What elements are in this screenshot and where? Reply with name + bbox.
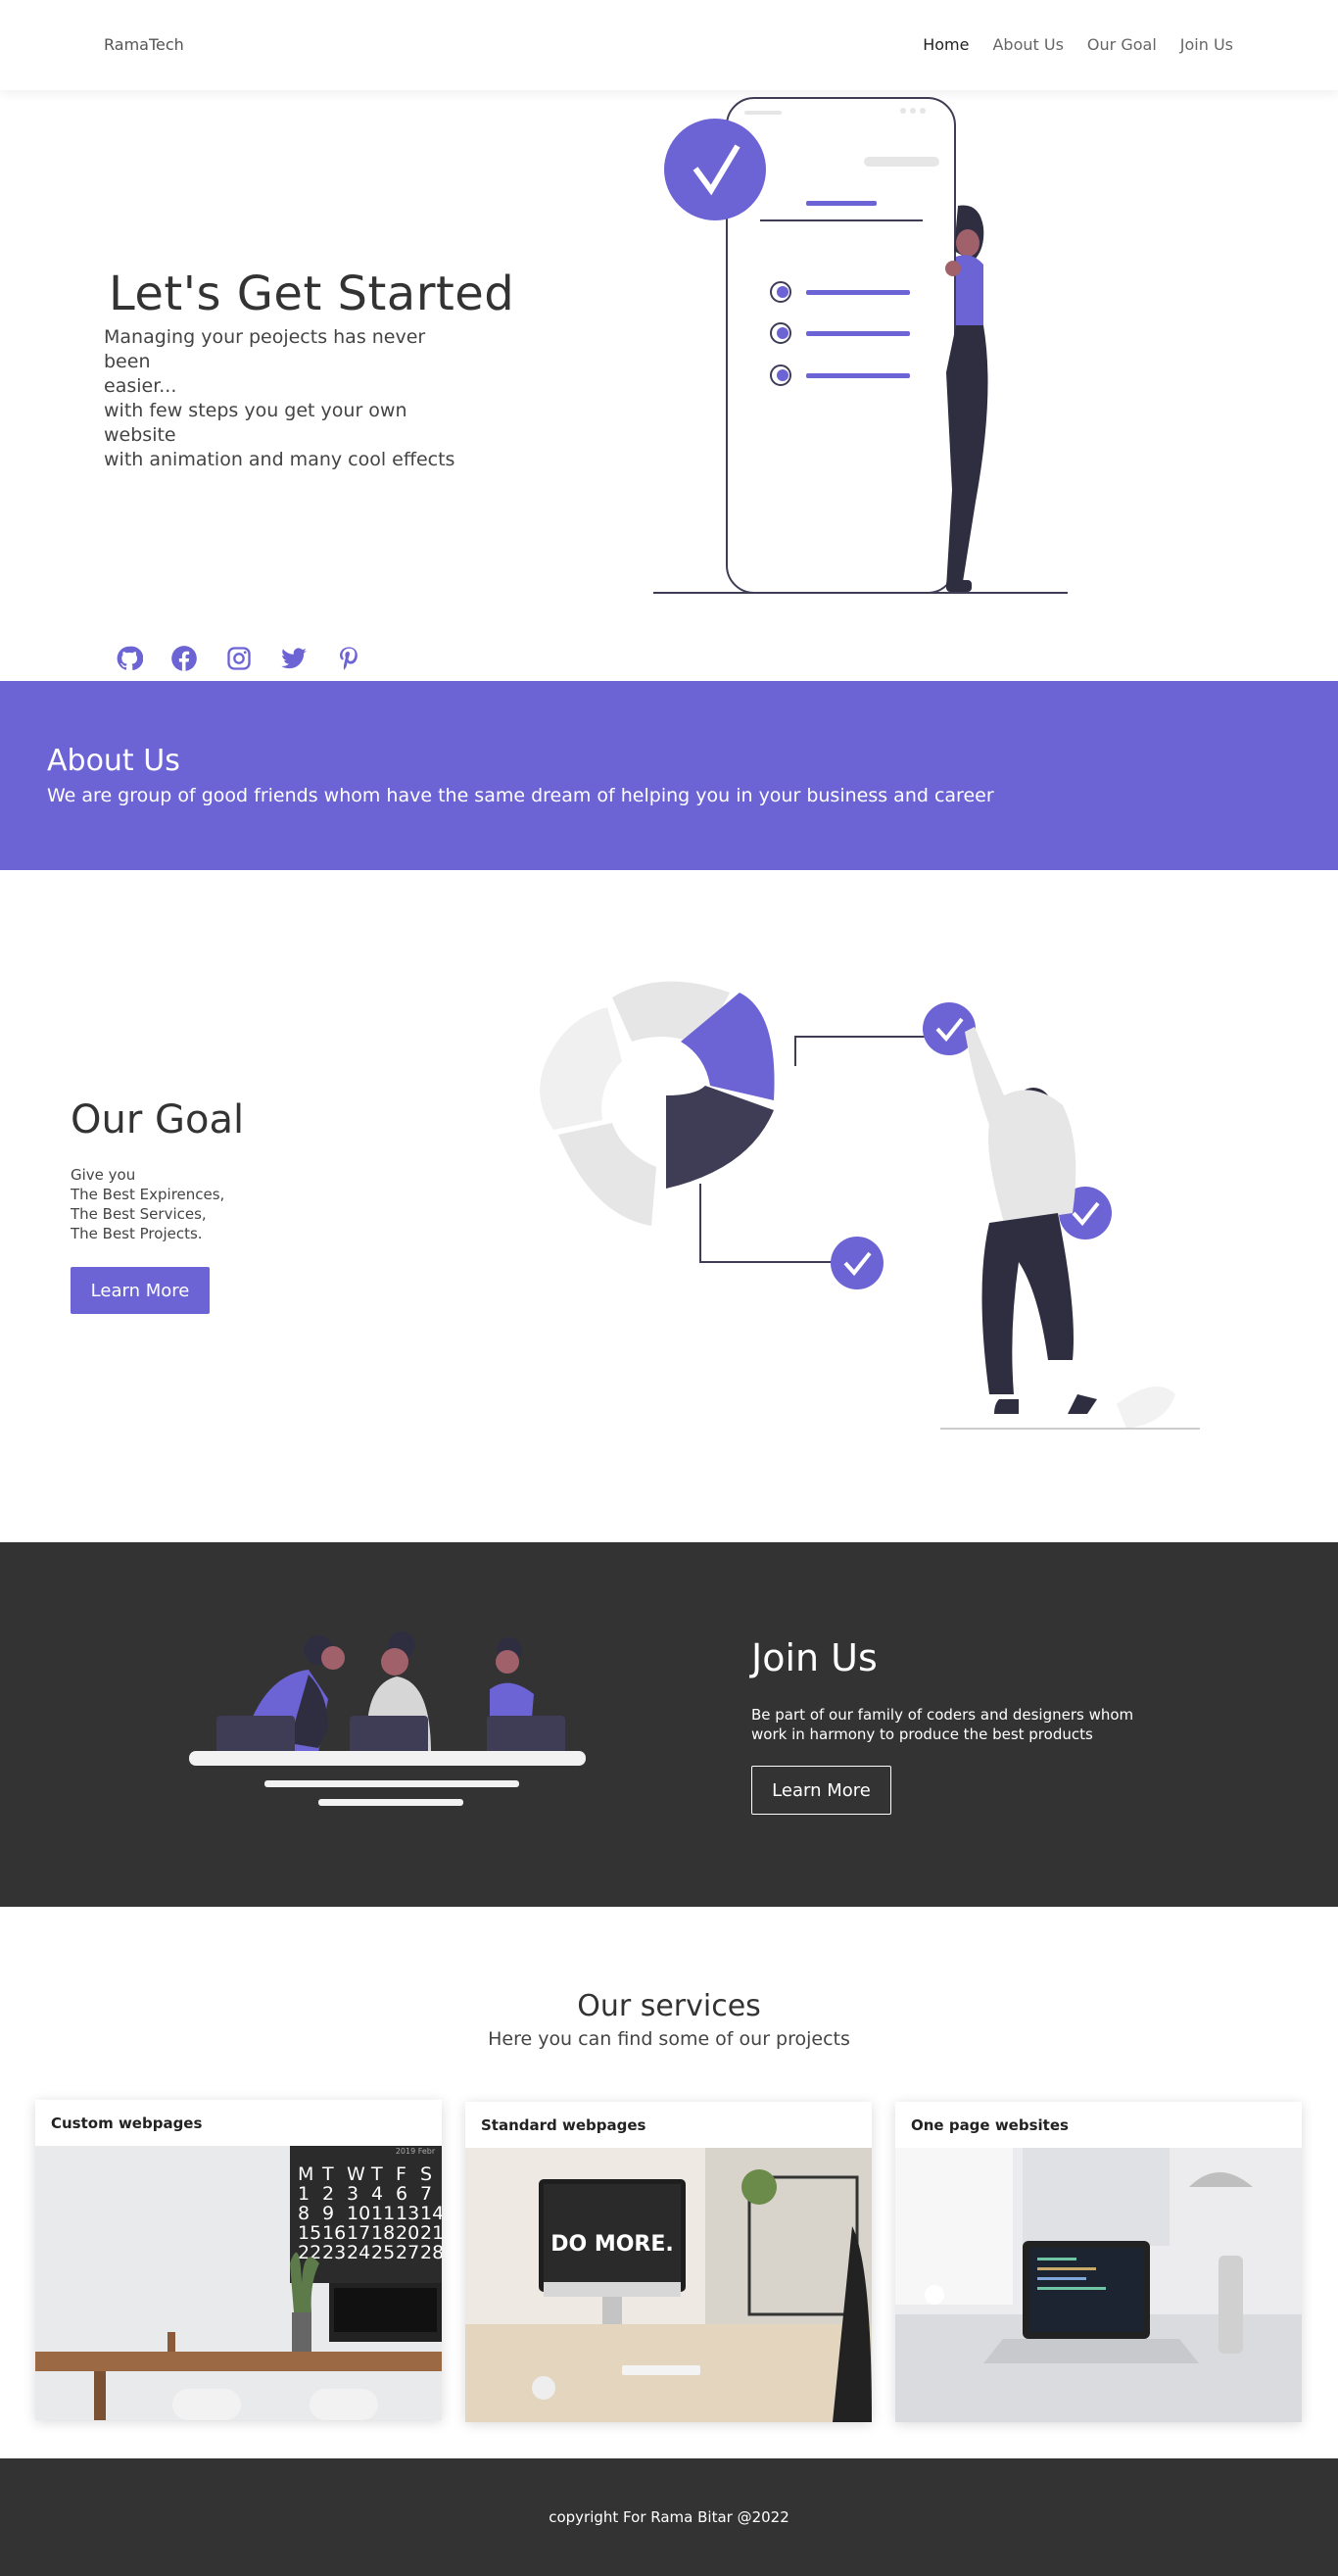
nav-link-home[interactable]: Home: [923, 35, 969, 54]
hero-subtitle: Managing your peojects has never been ea…: [104, 325, 476, 472]
calendar-glyph: 23: [322, 2242, 346, 2263]
service-card-title: Standard webpages: [481, 2116, 646, 2134]
calendar-header: 2019 Febr: [396, 2147, 436, 2156]
about-title: About Us: [47, 744, 180, 778]
about-section: About Us We are group of good friends wh…: [0, 681, 1338, 870]
service-card[interactable]: Custom webpages 2019 Febr MTWTFS12346789…: [35, 2100, 442, 2420]
calendar-glyph: 7: [420, 2183, 432, 2205]
goal-learn-more-button[interactable]: Learn More: [71, 1267, 210, 1314]
service-card-image: 2019 Febr M T W T F S1 2 3 4 6 78 9 10 11 13 1415 16 17 18…: [35, 2146, 442, 2420]
about-text: We are group of good friends whom have t…: [47, 785, 994, 806]
join-text: Be part of our family of coders and desi…: [751, 1706, 1134, 1743]
calendar-glyph: 2: [322, 2183, 334, 2205]
hero-section: Let's Get Started Managing your peojects…: [0, 90, 1338, 681]
twitter-icon[interactable]: [280, 645, 308, 672]
service-card[interactable]: Standard webpages DO MORE.: [465, 2102, 872, 2422]
nav-links: Home About Us Our Goal Join Us: [923, 35, 1233, 54]
goal-title: Our Goal: [71, 1097, 245, 1142]
brand-logo[interactable]: RamaTech: [104, 35, 184, 54]
calendar-glyph: 16: [322, 2222, 346, 2244]
calendar-glyph: 18: [371, 2222, 395, 2244]
services-subtitle: Here you can find some of our projects: [488, 2028, 850, 2050]
goal-section: Our Goal Give you The Best Expirences, T…: [0, 870, 1338, 1542]
join-section: Join Us Be part of our family of coders …: [0, 1542, 1338, 1907]
calendar-glyph: T: [370, 2163, 383, 2185]
services-section: Our services Here you can find some of o…: [0, 1907, 1338, 2458]
hero-illustration: [653, 97, 1068, 594]
service-card[interactable]: One page websites: [895, 2102, 1302, 2422]
service-card-image: DO MORE.: [465, 2148, 872, 2422]
github-icon[interactable]: [116, 645, 143, 672]
hero-line: with animation and many cool effects: [104, 449, 455, 470]
service-card-title: One page websites: [911, 2116, 1069, 2134]
footer: copyright For Rama Bitar @2022: [0, 2458, 1338, 2576]
social-links: [116, 645, 362, 672]
do-more-poster: DO MORE.: [550, 2232, 674, 2257]
nav-link-join[interactable]: Join Us: [1180, 35, 1233, 54]
calendar-glyph: 17: [347, 2222, 370, 2244]
copyright-text: copyright For Rama Bitar @2022: [549, 2508, 789, 2526]
join-learn-more-button[interactable]: Learn More: [751, 1766, 891, 1815]
calendar-glyph: F: [396, 2163, 406, 2185]
calendar-glyph: 1: [298, 2183, 310, 2205]
calendar-glyph: 21: [420, 2222, 442, 2244]
goal-line: The Best Services,: [71, 1205, 207, 1223]
service-card-image: [895, 2148, 1302, 2422]
goal-text: Give you The Best Expirences, The Best S…: [71, 1165, 224, 1243]
instagram-icon[interactable]: [225, 645, 253, 672]
calendar-glyph: 8: [298, 2203, 310, 2224]
calendar-glyph: 13: [396, 2203, 419, 2224]
goal-line: The Best Projects.: [71, 1225, 203, 1242]
join-illustration: [189, 1631, 586, 1806]
calendar-glyph: 4: [371, 2183, 383, 2205]
join-title: Join Us: [751, 1636, 878, 1679]
calendar-glyph: 20: [396, 2222, 419, 2244]
calendar-glyph: 25: [371, 2242, 395, 2263]
calendar-glyph: 27: [396, 2242, 419, 2263]
hero-line: with few steps you get your own website: [104, 400, 407, 446]
goal-illustration: [540, 981, 1200, 1430]
calendar-glyph: 10: [347, 2203, 370, 2224]
nav-link-goal[interactable]: Our Goal: [1087, 35, 1157, 54]
service-card-title: Custom webpages: [51, 2114, 203, 2132]
hero-title: Let's Get Started: [109, 267, 515, 321]
calendar-glyph: 3: [347, 2183, 358, 2205]
calendar-glyph: 15: [298, 2222, 321, 2244]
nav-link-about[interactable]: About Us: [992, 35, 1063, 54]
hero-line: easier...: [104, 375, 177, 397]
calendar-glyph: 11: [371, 2203, 395, 2224]
calendar-glyph: 14: [420, 2203, 442, 2224]
calendar-glyph: S: [420, 2163, 432, 2185]
calendar-glyph: 28: [420, 2242, 442, 2263]
navbar: RamaTech Home About Us Our Goal Join Us: [0, 0, 1338, 90]
pinterest-icon[interactable]: [335, 645, 362, 672]
goal-line: Give you: [71, 1166, 136, 1184]
calendar-glyph: 9: [322, 2203, 334, 2224]
goal-line: The Best Expirences,: [71, 1186, 225, 1203]
services-title: Our services: [577, 1989, 761, 2023]
calendar-glyph: W: [347, 2163, 365, 2185]
calendar-glyph: M: [298, 2163, 313, 2185]
facebook-icon[interactable]: [170, 645, 198, 672]
calendar-glyph: 6: [396, 2183, 407, 2205]
hero-line: Managing your peojects has never been: [104, 326, 426, 372]
calendar-glyph: T: [321, 2163, 334, 2185]
calendar-glyph: 24: [347, 2242, 370, 2263]
